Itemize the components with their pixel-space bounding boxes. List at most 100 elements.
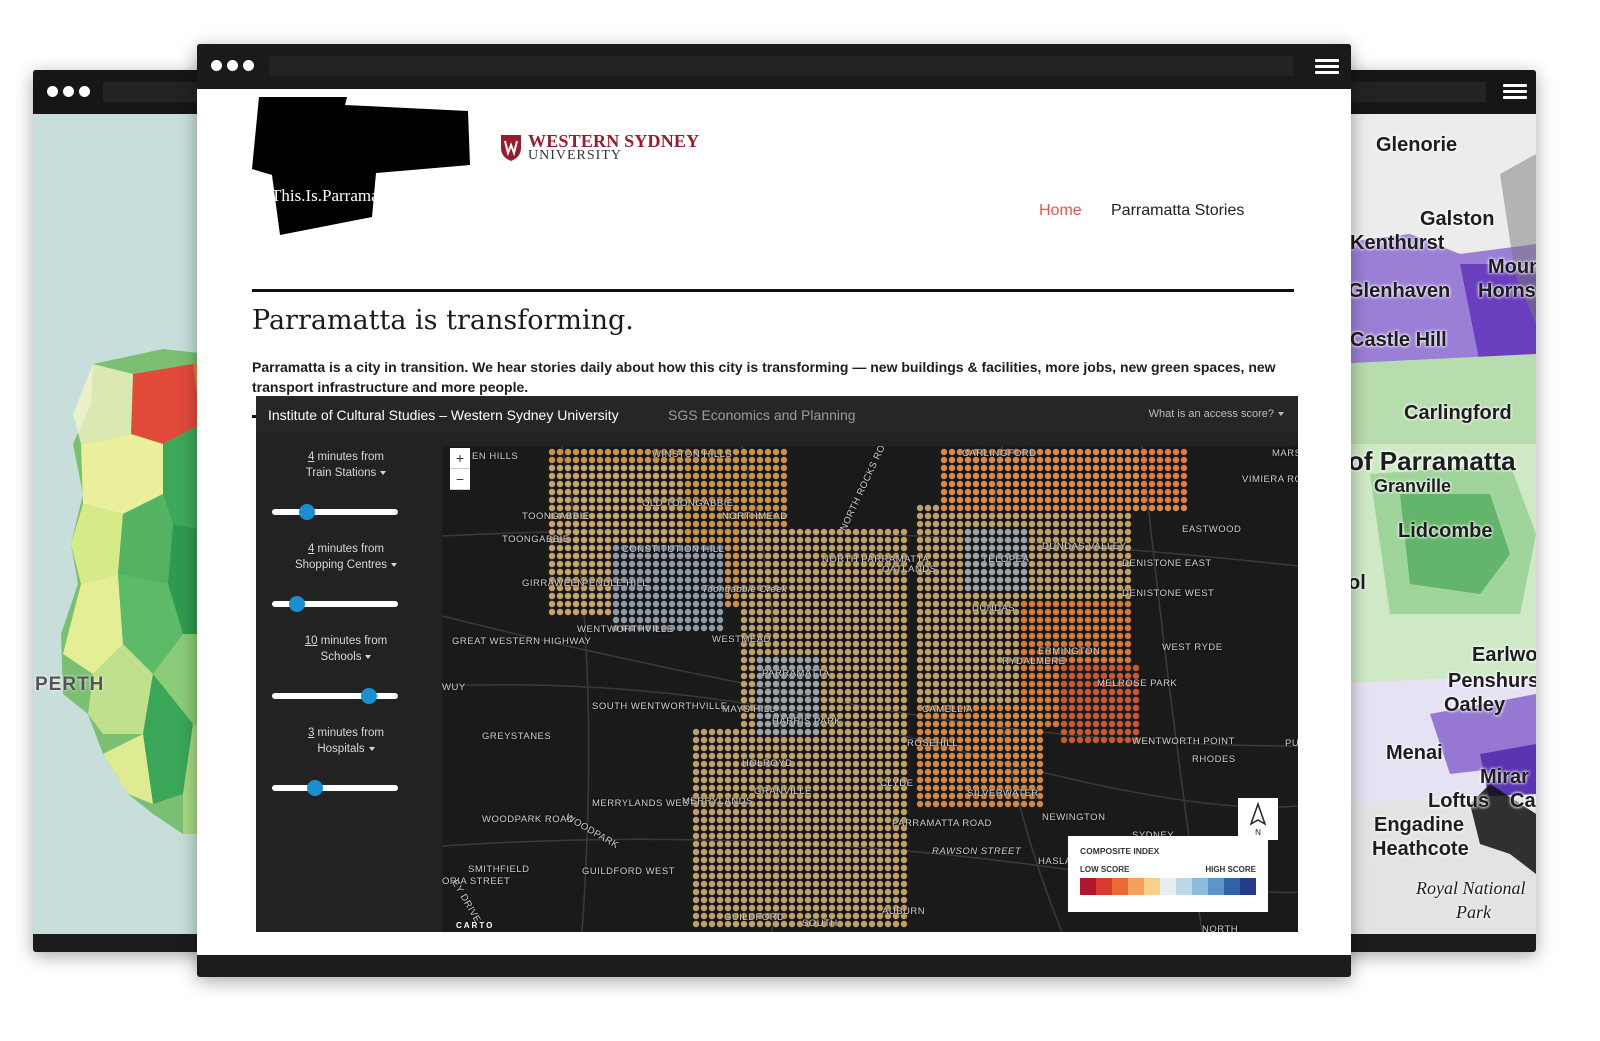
legend-color-ramp [1080,878,1256,895]
legend-swatch [1144,878,1160,895]
place-label: Carlingford [1404,402,1512,424]
zoom-out-button[interactable]: − [450,469,470,490]
divider [252,289,1294,292]
access-score-map[interactable]: + − EN HILLS WINSTON HILLS CARLINGFORD MARS… [442,446,1298,932]
access-map-app: Institute of Cultural Studies – Western … [256,396,1298,932]
slider-handle[interactable] [299,504,316,520]
place-label: Earlwo [1472,644,1536,666]
north-arrow-icon: N [1249,801,1267,837]
map-place-label: WEST RYDE [1162,642,1223,653]
legend-low-label: LOW SCORE [1080,865,1130,874]
place-label: Penshurs [1448,670,1536,692]
zoom-in-button[interactable]: + [450,448,470,469]
window-dots-icon [211,60,254,71]
chevron-down-icon [368,746,375,751]
map-place-label: SOUTH [802,918,838,929]
train-stations-slider[interactable] [272,504,398,520]
address-bar[interactable] [269,56,1293,76]
map-place-label: SILVERWATER [967,788,1039,799]
map-place-label: GREYSTANES [482,731,552,742]
hospitals-filter[interactable]: 3 minutes from Hospitals [256,725,436,757]
place-label: Castle Hill [1350,329,1447,351]
map-place-label: EN HILLS [472,451,519,462]
map-place-label: TOONGABBIE [502,534,570,545]
hamburger-menu-icon [1503,84,1527,100]
minutes-suffix: minutes from [314,451,385,463]
page-title: Parramatta is transforming. [252,305,634,336]
place-label: Ca [1510,790,1536,812]
place-label: Glenhaven [1348,280,1451,302]
map-place-label: OATLANDS [882,564,937,575]
app-title[interactable]: Institute of Cultural Studies – Western … [268,407,619,423]
map-place-label: SMITHFIELD [468,864,530,875]
slider-handle[interactable] [361,688,378,704]
place-label: Lidcombe [1398,520,1493,542]
map-place-label: MERRYLANDS [682,796,753,807]
main-browser-window: This.Is.Parramatta. WESTERN SYDNEY UNIVE… [197,44,1351,977]
address-bar [1330,82,1486,102]
nav-home-link[interactable]: Home [1039,202,1082,220]
map-place-label: HOLROYD [742,758,793,769]
site-logo-icon[interactable] [252,97,472,237]
train-stations-filter[interactable]: 4 minutes from Train Stations [256,449,436,481]
slider-handle[interactable] [306,780,323,796]
hamburger-menu-icon[interactable] [1315,59,1339,75]
place-label: Heathcote [1372,838,1469,860]
map-place-label: RAWSON STREET [932,846,1022,857]
help-link-label: What is an access score? [1148,408,1274,420]
map-place-label: DUNDAS [972,603,1016,614]
access-score-help-dropdown[interactable]: What is an access score? [1149,408,1284,420]
legend-swatch [1224,878,1240,895]
place-label: Park [1456,902,1491,922]
map-place-label: RYDALMERE [1002,656,1066,667]
map-place-label: WENTWORTH POINT [1132,736,1235,747]
chevron-down-icon [1278,412,1284,417]
schools-filter[interactable]: 10 minutes from Schools [256,633,436,665]
map-place-label: WUY [442,682,466,693]
schools-slider[interactable] [272,688,398,704]
shopping-centres-filter[interactable]: 4 minutes from Shopping Centres [256,541,436,573]
app-subtitle[interactable]: SGS Economics and Planning [668,407,856,423]
target-label[interactable]: Hospitals [317,743,364,755]
map-place-label: WESTMEAD [712,634,771,645]
university-name-line1: WESTERN SYDNEY [528,131,700,151]
nav-stories-link[interactable]: Parramatta Stories [1111,202,1244,220]
web-page: This.Is.Parramatta. WESTERN SYDNEY UNIVE… [197,89,1351,955]
map-place-label: AUBURN [882,906,926,917]
map-place-label: MAYS HILL [722,704,776,715]
map-place-label: NORTH [1202,924,1239,932]
map-place-label: EASTWOOD [1182,524,1242,535]
window-titlebar [197,44,1351,89]
zoom-control: + − [450,448,470,490]
legend-swatch [1128,878,1144,895]
minutes-suffix: minutes from [314,543,385,555]
map-place-label: WOODPARK ROAD [482,814,575,825]
map-place-label: PUT [1285,738,1298,749]
university-shield-icon [501,134,521,161]
slider-handle[interactable] [289,596,306,612]
map-place-label: PARRAMATTA [762,668,830,679]
map-place-label: GRANVILLE [754,786,812,797]
perth-choropleth [61,349,223,834]
target-label[interactable]: Shopping Centres [295,559,387,571]
map-place-label: GREAT WESTERN HIGHWAY [452,636,592,647]
map-place-label: Toongabbie Creek [702,584,788,595]
chevron-down-icon [391,562,398,567]
carto-attribution[interactable]: CARTO [456,921,494,930]
legend-swatch [1112,878,1128,895]
legend-swatch [1096,878,1112,895]
minutes-suffix: minutes from [314,727,385,739]
map-place-label: NEWINGTON [1042,812,1106,823]
minutes-value[interactable]: 10 [305,635,318,647]
place-label: Horns [1478,280,1536,302]
target-label[interactable]: Schools [321,651,362,663]
place-label: Galston [1420,208,1495,230]
target-label[interactable]: Train Stations [306,467,377,479]
shopping-centres-slider[interactable] [272,596,398,612]
map-place-label: CONSTITUTION HILL [622,544,725,555]
site-logo-text: This.Is.Parramatta. [271,186,400,205]
map-place-label: ROSEHILL [907,738,958,749]
map-place-label: DENISTONE WEST [1122,588,1215,599]
intro-paragraph: Parramatta is a city in transition. We h… [252,359,1276,395]
hospitals-slider[interactable] [272,780,398,796]
